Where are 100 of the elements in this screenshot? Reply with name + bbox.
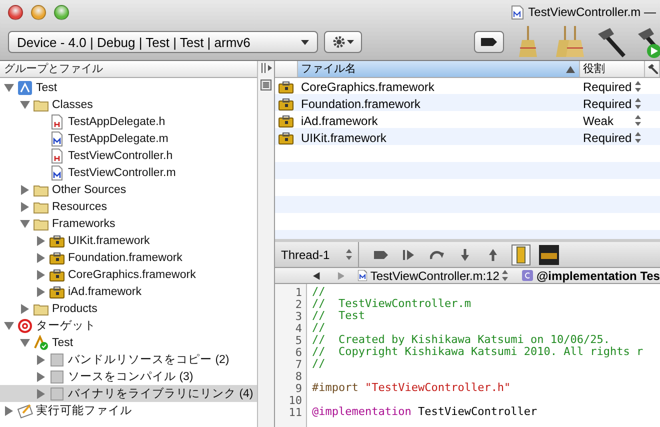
disclosure-triangle-icon[interactable] [36, 236, 46, 246]
tree-row[interactable]: Resources [0, 198, 257, 215]
tree-row[interactable]: 実行可能ファイル [0, 402, 257, 419]
stepper-icon[interactable] [502, 270, 508, 281]
disclosure-triangle-icon[interactable] [4, 406, 14, 416]
tree-row[interactable]: Foundation.framework [0, 249, 257, 266]
sidebar-header: グループとファイル [0, 61, 257, 78]
tree-row[interactable]: iAd.framework [0, 283, 257, 300]
back-arrow-icon[interactable] [313, 272, 321, 280]
class-icon [522, 270, 534, 281]
stepper-icon[interactable] [635, 98, 641, 109]
tag-icon [481, 38, 497, 46]
disclosure-triangle-icon[interactable] [20, 184, 30, 194]
split-icon[interactable] [259, 61, 273, 75]
table-cell-text: UIKit.framework [300, 130, 388, 144]
disclosure-triangle-icon[interactable] [36, 372, 46, 382]
tree-row[interactable]: Frameworks [0, 215, 257, 232]
tree-row[interactable]: Classes [0, 96, 257, 113]
disclosure-triangle-icon[interactable] [36, 286, 46, 296]
disclosure-triangle-icon[interactable] [20, 202, 30, 212]
tree-row[interactable]: UIKit.framework [0, 232, 257, 249]
role-popup[interactable]: Required [580, 96, 645, 110]
caret-icon [346, 40, 354, 44]
toolbox-icon [278, 112, 294, 128]
breakpoints-button[interactable] [474, 31, 504, 53]
tree-label: バンドルリソースをコピー (2) [68, 353, 230, 367]
tree-label: CoreGraphics.framework [68, 268, 196, 280]
disclosure-triangle-icon[interactable] [36, 270, 46, 280]
h-file-icon [49, 148, 65, 164]
square-icon [49, 386, 65, 402]
code-line: // TestViewController.m [312, 298, 472, 310]
role-popup[interactable]: Required [580, 130, 645, 144]
tree-label: Classes [52, 98, 93, 110]
forward-arrow-icon[interactable] [336, 272, 344, 280]
tree-label: Frameworks [52, 218, 116, 230]
caret-icon [301, 40, 309, 44]
tree-label: Products [52, 302, 98, 314]
column-header[interactable]: ファイル名 [298, 61, 580, 77]
up-arrow-icon [488, 248, 498, 260]
m-file-icon [49, 130, 65, 146]
m-file-icon [511, 4, 524, 20]
tree-label: UIKit.framework [68, 234, 150, 246]
tree-row[interactable]: CoreGraphics.framework [0, 266, 257, 283]
tree-label: iAd.framework [68, 286, 142, 298]
tree-row[interactable]: バイナリをライブラリにリンク (4) [0, 385, 257, 402]
toolbox-icon [278, 78, 294, 94]
disclosure-triangle-icon[interactable] [4, 82, 14, 92]
line-number: 4 [294, 322, 303, 334]
tree-row[interactable]: Test [0, 79, 257, 96]
tree-row[interactable]: Other Sources [0, 181, 257, 198]
tree-label: TestAppDelegate.m [68, 132, 168, 144]
disclosure-triangle-icon[interactable] [36, 252, 46, 262]
disclosure-triangle-icon[interactable] [20, 338, 30, 348]
symbol-popup[interactable]: @implementation Tes [522, 268, 660, 282]
tree-row[interactable]: TestViewController.h [0, 147, 257, 164]
close-button[interactable] [8, 4, 23, 20]
disclosure-triangle-icon[interactable] [20, 100, 30, 110]
scheme-popup[interactable]: Device - 4.0 | Debug | Test | Test | armv6 [8, 31, 318, 53]
disclosure-triangle-icon[interactable] [36, 388, 46, 398]
disclosure-triangle-icon[interactable] [20, 304, 30, 314]
tree-row[interactable]: TestViewController.m [0, 164, 257, 181]
tree-row[interactable]: Test [0, 334, 257, 351]
code-line: // Test [312, 310, 366, 322]
tree-row[interactable]: ソースをコンパイル (3) [0, 368, 257, 385]
h-file-icon [49, 114, 65, 130]
disclosure-triangle-icon[interactable] [36, 354, 46, 364]
tree-label: バイナリをライブラリにリンク (4) [68, 386, 254, 401]
toolbox-icon [49, 232, 65, 248]
play-bar-icon [403, 250, 415, 260]
sort-ascending-icon [566, 66, 575, 72]
toolbox-icon [49, 284, 65, 300]
table-cell-text: iAd.framework [300, 114, 379, 128]
stepper-icon[interactable] [635, 132, 641, 143]
tree-row[interactable]: TestAppDelegate.h [0, 113, 257, 130]
tree-row[interactable]: ターゲット [0, 317, 257, 334]
role-popup[interactable]: Required [580, 80, 645, 94]
table-cell-text: Foundation.framework [300, 96, 422, 110]
role-popup[interactable]: Weak [580, 114, 645, 128]
tree-row[interactable]: Products [0, 300, 257, 317]
tree-row[interactable]: TestAppDelegate.m [0, 130, 257, 147]
column-header[interactable]: 役割 [580, 61, 645, 77]
stepper-icon[interactable] [635, 81, 641, 92]
tree-label: Other Sources [52, 184, 126, 196]
list-icon[interactable] [260, 79, 272, 91]
file-popup[interactable]: TestViewController.m:12 [358, 268, 508, 282]
disclosure-triangle-icon[interactable] [20, 218, 30, 228]
broom-icon [518, 26, 538, 58]
zoom-button[interactable] [54, 4, 69, 20]
stepper-icon[interactable] [346, 249, 352, 260]
action-button[interactable] [324, 31, 362, 53]
disclosure-triangle-icon[interactable] [4, 320, 14, 330]
tree-label: Resources [52, 200, 107, 212]
minimize-button[interactable] [31, 4, 46, 20]
code-line: // [312, 358, 326, 370]
code-line: // [312, 322, 326, 334]
m-file-icon [358, 270, 368, 281]
stepper-icon[interactable] [635, 115, 641, 126]
build-run-button[interactable] [636, 25, 660, 59]
tree-row[interactable]: バンドルリソースをコピー (2) [0, 351, 257, 368]
tree-label: Test [52, 336, 74, 348]
